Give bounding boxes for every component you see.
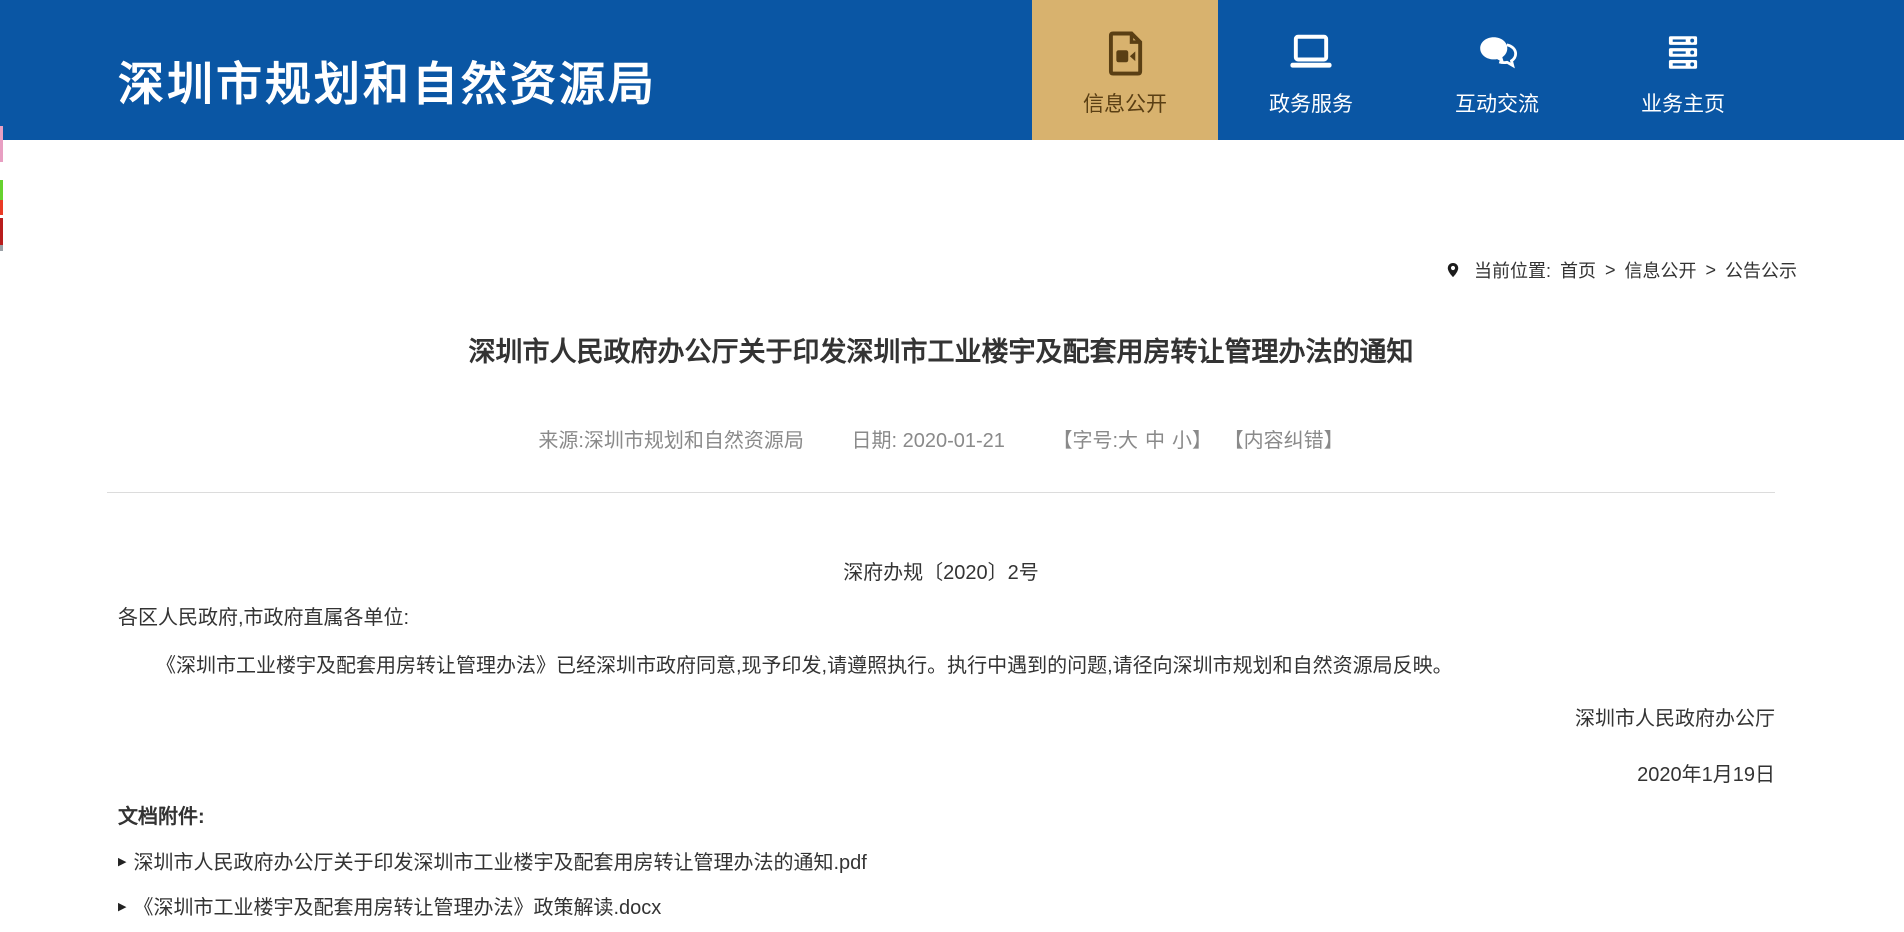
attachment-name: 《深圳市工业楼宇及配套用房转让管理办法》政策解读.docx <box>133 891 661 920</box>
body-paragraph: 各区人民政府,市政府直属各单位: <box>118 604 1775 632</box>
document-number: 深府办规〔2020〕2号 <box>107 556 1775 585</box>
fontsize-prefix: 【字号: <box>1052 430 1118 452</box>
attachment-name: 深圳市人民政府办公厅关于印发深圳市工业楼宇及配套用房转让管理办法的通知.pdf <box>133 846 866 875</box>
meta-date: 日期: 2020-01-21 <box>852 430 1005 452</box>
fontsize-control: 【字号:大中小】 <box>1052 430 1217 452</box>
body-paragraph: 《深圳市工业楼宇及配套用房转让管理办法》已经深圳市政府同意,现予印发,请遵照执行… <box>118 652 1775 680</box>
fontsize-medium-button[interactable]: 中 <box>1145 430 1165 452</box>
attachment-link-docx[interactable]: ▶ 《深圳市工业楼宇及配套用房转让管理办法》政策解读.docx <box>118 891 661 920</box>
article: 深圳市人民政府办公厅关于印发深圳市工业楼宇及配套用房转让管理办法的通知 来源:深… <box>107 0 1775 932</box>
issue-date: 2020年1月19日 <box>107 758 1775 787</box>
triangle-bullet-icon: ▶ <box>118 855 126 868</box>
content-correction-button[interactable]: 【内容纠错】 <box>1224 430 1344 452</box>
issuing-agency-signature: 深圳市人民政府办公厅 <box>107 702 1775 731</box>
attachments-label: 文档附件: <box>118 800 205 829</box>
attachment-link-pdf[interactable]: ▶ 深圳市人民政府办公厅关于印发深圳市工业楼宇及配套用房转让管理办法的通知.pd… <box>118 846 867 875</box>
page-title: 深圳市人民政府办公厅关于印发深圳市工业楼宇及配套用房转让管理办法的通知 <box>107 330 1775 369</box>
edge-widget-stripe <box>0 180 3 200</box>
meta-source: 来源:深圳市规划和自然资源局 <box>538 430 804 452</box>
fontsize-suffix: 】 <box>1192 430 1212 452</box>
edge-widget-stripe <box>0 218 3 245</box>
article-meta: 来源:深圳市规划和自然资源局 日期: 2020-01-21 【字号:大中小】 【… <box>107 424 1775 453</box>
edge-widget-stripe <box>0 126 3 162</box>
fontsize-large-button[interactable]: 大 <box>1118 430 1138 452</box>
content-divider <box>107 492 1775 493</box>
fontsize-small-button[interactable]: 小 <box>1172 430 1192 452</box>
triangle-bullet-icon: ▶ <box>118 900 126 913</box>
edge-widget-stripe <box>0 200 3 215</box>
edge-widget-stripe <box>0 245 3 251</box>
